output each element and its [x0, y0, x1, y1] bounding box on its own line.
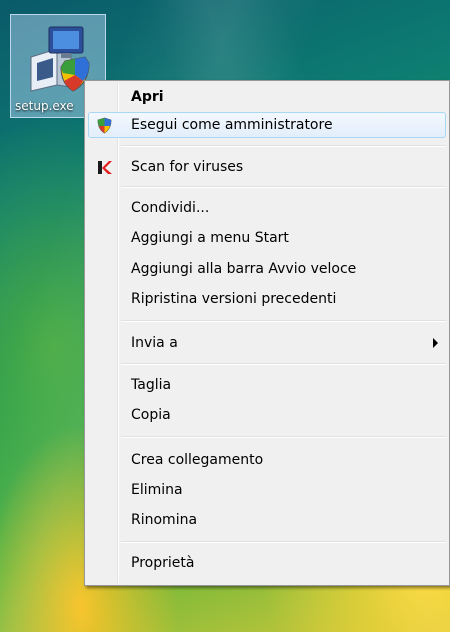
menu-separator — [121, 145, 446, 147]
menu-item-label: Rinomina — [131, 512, 198, 528]
menu-item-label: Condividi... — [131, 200, 210, 216]
kaspersky-k-icon — [98, 161, 112, 174]
context-menu: Apri Esegui come amministratore Scan for… — [84, 80, 450, 586]
menu-item-label: Taglia — [131, 377, 172, 393]
menu-separator — [121, 541, 446, 543]
menu-separator — [121, 320, 446, 322]
menu-item-aggiungi-avvio-veloce[interactable]: Aggiungi alla barra Avvio veloce — [88, 256, 446, 282]
menu-item-proprieta[interactable]: Proprietà — [88, 550, 446, 576]
menu-item-label: Scan for viruses — [131, 159, 244, 175]
uac-shield-icon — [97, 117, 112, 134]
menu-item-taglia[interactable]: Taglia — [88, 372, 446, 398]
menu-item-label: Aggiungi a menu Start — [131, 230, 289, 246]
menu-item-aggiungi-menu-start[interactable]: Aggiungi a menu Start — [88, 225, 446, 251]
menu-separator — [121, 186, 446, 188]
menu-separator — [121, 436, 446, 438]
menu-item-label: Crea collegamento — [131, 452, 264, 468]
menu-separator — [121, 363, 446, 365]
menu-item-label: Elimina — [131, 482, 183, 498]
submenu-arrow-icon — [433, 338, 438, 348]
menu-item-invia-a[interactable]: Invia a — [88, 330, 446, 356]
menu-item-crea-collegamento[interactable]: Crea collegamento — [88, 447, 446, 473]
menu-item-rinomina[interactable]: Rinomina — [88, 507, 446, 533]
menu-item-run-as-admin[interactable]: Esegui come amministratore — [88, 112, 446, 138]
menu-item-apri[interactable]: Apri — [88, 84, 446, 110]
menu-item-condividi[interactable]: Condividi... — [88, 195, 446, 221]
menu-item-scan-for-viruses[interactable]: Scan for viruses — [88, 154, 446, 180]
menu-item-label: Invia a — [131, 335, 178, 351]
menu-item-label: Ripristina versioni precedenti — [131, 291, 337, 307]
menu-item-elimina[interactable]: Elimina — [88, 477, 446, 503]
menu-item-label: Esegui come amministratore — [131, 117, 333, 133]
menu-item-copia[interactable]: Copia — [88, 402, 446, 428]
menu-item-label: Proprietà — [131, 555, 195, 571]
menu-item-label: Apri — [131, 89, 164, 105]
menu-item-ripristina-versioni[interactable]: Ripristina versioni precedenti — [88, 286, 446, 312]
menu-item-label: Aggiungi alla barra Avvio veloce — [131, 261, 357, 277]
menu-item-label: Copia — [131, 407, 171, 423]
